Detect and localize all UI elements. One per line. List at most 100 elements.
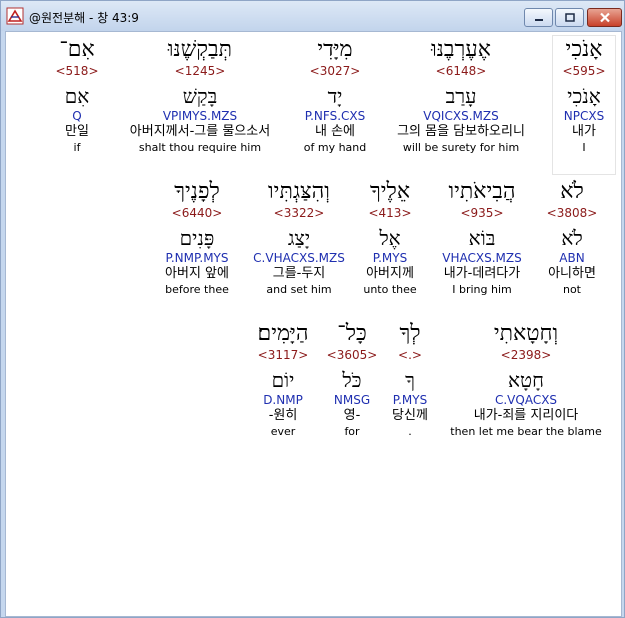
parsing-code: P.NFS.CXS xyxy=(304,109,366,123)
strong-number[interactable]: <2398> xyxy=(441,348,611,363)
strong-number[interactable]: <3808> xyxy=(537,206,607,221)
english-gloss: and set him xyxy=(266,283,332,296)
strong-number[interactable]: <.> xyxy=(375,348,445,363)
strong-number[interactable]: <6440> xyxy=(142,206,252,221)
korean-gloss: 내 손에 xyxy=(314,124,355,139)
minimize-button[interactable] xyxy=(524,8,553,27)
word-cell[interactable]: תְּבַקְשֶׁנּוּ <1245> בָּקַשׁ VPIMYS.MZS… xyxy=(110,38,290,155)
english-gloss: I xyxy=(582,141,586,154)
parsing-code: D.NMP xyxy=(263,393,303,407)
english-gloss: of my hand xyxy=(303,141,367,154)
close-button[interactable] xyxy=(587,8,622,27)
korean-gloss: 만일 xyxy=(65,124,89,139)
hebrew-word: אִם־ xyxy=(59,37,95,62)
word-cell[interactable]: לְךָ <.> ךָ P.MYS 당신께 . xyxy=(375,322,445,439)
english-gloss: will be surety for him xyxy=(402,141,520,154)
parsing-code: P.MYS xyxy=(392,393,428,407)
word-cell[interactable]: אָנֹכִי <595> אָנֹכִי NPCXS 내가 I xyxy=(529,38,625,155)
english-gloss: shalt thou require him xyxy=(138,141,262,154)
parsing-code: ABN xyxy=(559,251,585,265)
hebrew-word: לֹא xyxy=(560,179,584,204)
parsing-code: P.MYS xyxy=(372,251,408,265)
strong-number[interactable]: <3027> xyxy=(280,64,390,79)
english-gloss: I bring him xyxy=(452,283,512,296)
hebrew-word: אֶעֶרְבֶנּוּ xyxy=(431,37,491,62)
parsing-code: NPCXS xyxy=(563,109,605,123)
app-window: @원전분해 - 창 43:9 אָנֹכִי <595> אָנֹכִי NPC… xyxy=(0,0,625,618)
hebrew-word: וְהִצַּגְתִּיו xyxy=(268,179,330,204)
english-gloss: . xyxy=(408,425,412,438)
korean-gloss: 당신께 xyxy=(392,408,428,423)
word-cell[interactable]: לֹא <3808> לֹא ABN 아니하면 not xyxy=(537,180,607,297)
hebrew-word: וְחָטָאתִי xyxy=(493,321,559,346)
hebrew-word: לְפָנֶיךָ xyxy=(174,179,220,204)
strong-number[interactable]: <3605> xyxy=(322,348,382,363)
strong-number[interactable]: <3117> xyxy=(245,348,321,363)
word-cell[interactable]: כָּל־ <3605> כֹּל NMSG 영- for xyxy=(322,322,382,439)
english-gloss: not xyxy=(562,283,581,296)
parsing-code: Q xyxy=(72,109,82,123)
word-cell[interactable]: וְחָטָאתִי <2398> חָטָא C.VQACXS 내가-죄를 지… xyxy=(441,322,611,439)
lemma: לֹא xyxy=(561,226,583,250)
word-cell[interactable]: מִיָּדִי <3027> יָד P.NFS.CXS 내 손에 of my… xyxy=(280,38,390,155)
hebrew-word: הֲבִיאֹתִיו xyxy=(448,179,516,204)
word-cell[interactable]: הַיָּמִים׃ <3117> יוֹם D.NMP -원히 ever xyxy=(245,322,321,439)
english-gloss: for xyxy=(344,425,360,438)
parsing-code: VHACXS.MZS xyxy=(442,251,522,265)
lemma: חָטָא xyxy=(508,368,544,392)
parsing-code: C.VQACXS xyxy=(494,393,558,407)
english-gloss: then let me bear the blame xyxy=(450,425,602,438)
lemma: יוֹם xyxy=(271,368,295,392)
strong-number[interactable]: <595> xyxy=(529,64,625,79)
lemma: פָּנִים xyxy=(179,226,215,250)
hebrew-word: הַיָּמִים׃ xyxy=(257,321,309,346)
korean-gloss: 그를-두지 xyxy=(272,266,326,281)
korean-gloss: 아니하면 xyxy=(548,266,596,281)
korean-gloss: 영- xyxy=(343,408,361,423)
word-cell[interactable]: וְהִצַּגְתִּיו <3322> יָצַג C.VHACXS.MZS… xyxy=(244,180,354,297)
parsing-code: C.VHACXS.MZS xyxy=(253,251,345,265)
window-title: @원전분해 - 창 43:9 xyxy=(29,11,139,25)
parsing-code: NMSG xyxy=(333,393,371,407)
korean-gloss: -원히 xyxy=(268,408,298,423)
word-cell[interactable]: אֶעֶרְבֶנּוּ <6148> עָרַב VQICXS.MZS 그의 … xyxy=(381,38,541,155)
lemma: כֹּל xyxy=(342,368,362,392)
lemma: בָּקַשׁ xyxy=(182,84,218,108)
interlinear-panel[interactable]: אָנֹכִי <595> אָנֹכִי NPCXS 내가 I אֶעֶרְב… xyxy=(5,31,622,617)
parsing-code: VPIMYS.MZS xyxy=(162,109,238,123)
strong-number[interactable]: <6148> xyxy=(381,64,541,79)
parsing-code: VQICXS.MZS xyxy=(423,109,499,123)
korean-gloss: 그의 몸을 담보하오리니 xyxy=(397,124,525,139)
korean-gloss: 내가-데려다가 xyxy=(443,266,521,281)
lemma: עָרַב xyxy=(445,84,477,108)
english-gloss: ever xyxy=(270,425,296,438)
strong-number[interactable]: <935> xyxy=(427,206,537,221)
word-cell[interactable]: אִם־ <518> אִם Q 만일 if xyxy=(42,38,112,155)
title-bar[interactable]: @원전분해 - 창 43:9 xyxy=(1,1,624,31)
korean-gloss: 아버지 앞에 xyxy=(165,266,229,281)
hebrew-word: כָּל־ xyxy=(337,321,367,346)
korean-gloss: 내가-죄를 지리이다 xyxy=(473,408,579,423)
korean-gloss: 아버지께서-그를 물으소서 xyxy=(129,124,271,139)
word-cell[interactable]: הֲבִיאֹתִיו <935> בּוֹא VHACXS.MZS 내가-데려… xyxy=(427,180,537,297)
english-gloss: unto thee xyxy=(363,283,417,296)
strong-number[interactable]: <3322> xyxy=(244,206,354,221)
close-icon xyxy=(599,12,610,23)
english-gloss: if xyxy=(73,141,81,154)
lemma: אֶל xyxy=(379,226,401,250)
word-cell[interactable]: לְפָנֶיךָ <6440> פָּנִים P.NMP.MYS 아버지 앞… xyxy=(142,180,252,297)
strong-number[interactable]: <413> xyxy=(350,206,430,221)
lemma: יָצַג xyxy=(287,226,311,250)
lemma: אָנֹכִי xyxy=(567,84,601,108)
hebrew-word: לְךָ xyxy=(399,321,421,346)
minimize-icon xyxy=(534,18,543,21)
strong-number[interactable]: <518> xyxy=(42,64,112,79)
hebrew-word: מִיָּדִי xyxy=(317,37,353,62)
korean-gloss: 아버지께 xyxy=(366,266,414,281)
hebrew-word: אָנֹכִי xyxy=(565,37,603,62)
word-cell[interactable]: אֵלֶיךָ <413> אֶל P.MYS 아버지께 unto thee xyxy=(350,180,430,297)
strong-number[interactable]: <1245> xyxy=(110,64,290,79)
hebrew-word: אֵלֶיךָ xyxy=(369,179,411,204)
maximize-button[interactable] xyxy=(555,8,584,27)
hebrew-word: תְּבַקְשֶׁנּוּ xyxy=(167,37,233,62)
